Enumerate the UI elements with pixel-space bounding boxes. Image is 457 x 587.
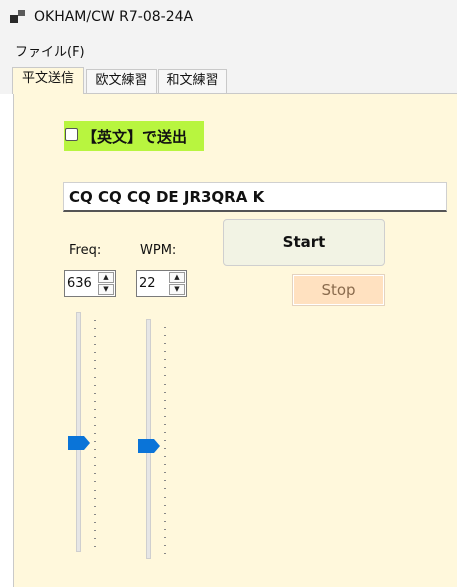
- slider-tick: [164, 392, 166, 393]
- slider-tick: [164, 488, 166, 489]
- slider-tick: [164, 456, 166, 457]
- tab-plain-send[interactable]: 平文送信: [12, 67, 84, 94]
- wpm-slider-thumb[interactable]: [137, 438, 161, 454]
- slider-tick: [164, 505, 166, 506]
- english-mode-label[interactable]: 【英文】で送出: [82, 126, 187, 147]
- slider-tick: [164, 335, 166, 336]
- freq-down-arrow-icon[interactable]: ▼: [98, 284, 114, 295]
- window-title: OKHAM/CW R7-08-24A: [34, 9, 194, 25]
- slider-tick: [94, 328, 96, 329]
- slider-tick: [164, 416, 166, 417]
- slider-tick: [94, 336, 96, 337]
- slider-tick: [94, 522, 96, 523]
- freq-value[interactable]: 636: [67, 276, 92, 291]
- slider-tick: [94, 385, 96, 386]
- wpm-spinbox[interactable]: 22 ▲ ▼: [136, 270, 187, 297]
- slider-tick: [94, 393, 96, 394]
- tab-japanese-practice[interactable]: 和文練習: [158, 69, 227, 93]
- wpm-up-arrow-icon[interactable]: ▲: [169, 272, 185, 283]
- message-input[interactable]: CQ CQ CQ DE JR3QRA K: [63, 182, 447, 212]
- slider-tick: [164, 513, 166, 514]
- slider-tick: [164, 367, 166, 368]
- slider-tick: [94, 457, 96, 458]
- wpm-slider-ticks: [164, 327, 166, 554]
- slider-tick: [164, 448, 166, 449]
- freq-slider-track[interactable]: [76, 312, 81, 552]
- slider-tick: [94, 530, 96, 531]
- tab-english-practice[interactable]: 欧文練習: [86, 69, 157, 93]
- slider-tick: [164, 553, 166, 554]
- slider-tick: [164, 497, 166, 498]
- freq-up-arrow-icon[interactable]: ▲: [98, 272, 114, 283]
- stop-button[interactable]: Stop: [292, 274, 385, 306]
- menu-file[interactable]: ファイル(F): [15, 41, 85, 60]
- slider-tick: [94, 377, 96, 378]
- english-mode-checkbox[interactable]: [65, 128, 78, 141]
- slider-tick: [164, 424, 166, 425]
- slider-tick: [164, 327, 166, 328]
- wpm-value[interactable]: 22: [139, 276, 156, 291]
- slider-tick: [164, 440, 166, 441]
- freq-slider-thumb[interactable]: [67, 435, 91, 451]
- freq-spinbox[interactable]: 636 ▲ ▼: [64, 270, 116, 297]
- slider-tick: [94, 425, 96, 426]
- slider-tick: [164, 537, 166, 538]
- slider-tick: [94, 449, 96, 450]
- slider-tick: [164, 521, 166, 522]
- title-bar: OKHAM/CW R7-08-24A: [0, 0, 457, 34]
- slider-tick: [94, 344, 96, 345]
- slider-tick: [94, 465, 96, 466]
- slider-tick: [94, 506, 96, 507]
- menu-bar: ファイル(F): [0, 34, 457, 64]
- slider-tick: [164, 408, 166, 409]
- english-mode-option[interactable]: 【英文】で送出: [64, 121, 204, 151]
- start-button[interactable]: Start: [223, 219, 385, 266]
- slider-tick: [164, 375, 166, 376]
- slider-tick: [94, 409, 96, 410]
- slider-tick: [164, 400, 166, 401]
- slider-tick: [94, 498, 96, 499]
- slider-tick: [94, 320, 96, 321]
- slider-tick: [164, 472, 166, 473]
- slider-tick: [164, 343, 166, 344]
- slider-tick: [94, 481, 96, 482]
- slider-tick: [164, 529, 166, 530]
- slider-tick: [94, 514, 96, 515]
- slider-tick: [94, 368, 96, 369]
- slider-tick: [94, 473, 96, 474]
- slider-tick: [164, 480, 166, 481]
- slider-tick: [164, 432, 166, 433]
- app-icon: [10, 9, 26, 25]
- slider-tick: [94, 490, 96, 491]
- slider-tick: [94, 441, 96, 442]
- slider-tick: [164, 384, 166, 385]
- slider-tick: [164, 464, 166, 465]
- slider-tick: [164, 351, 166, 352]
- slider-tick: [164, 359, 166, 360]
- freq-slider-ticks: [94, 320, 96, 547]
- wpm-down-arrow-icon[interactable]: ▼: [169, 284, 185, 295]
- slider-tick: [94, 433, 96, 434]
- slider-tick: [94, 417, 96, 418]
- wpm-label: WPM:: [140, 243, 177, 258]
- freq-label: Freq:: [69, 243, 102, 258]
- slider-tick: [94, 352, 96, 353]
- slider-tick: [94, 538, 96, 539]
- tab-strip: 平文送信 欧文練習 和文練習: [0, 64, 457, 94]
- slider-tick: [94, 401, 96, 402]
- slider-tick: [94, 360, 96, 361]
- slider-tick: [94, 546, 96, 547]
- slider-tick: [164, 545, 166, 546]
